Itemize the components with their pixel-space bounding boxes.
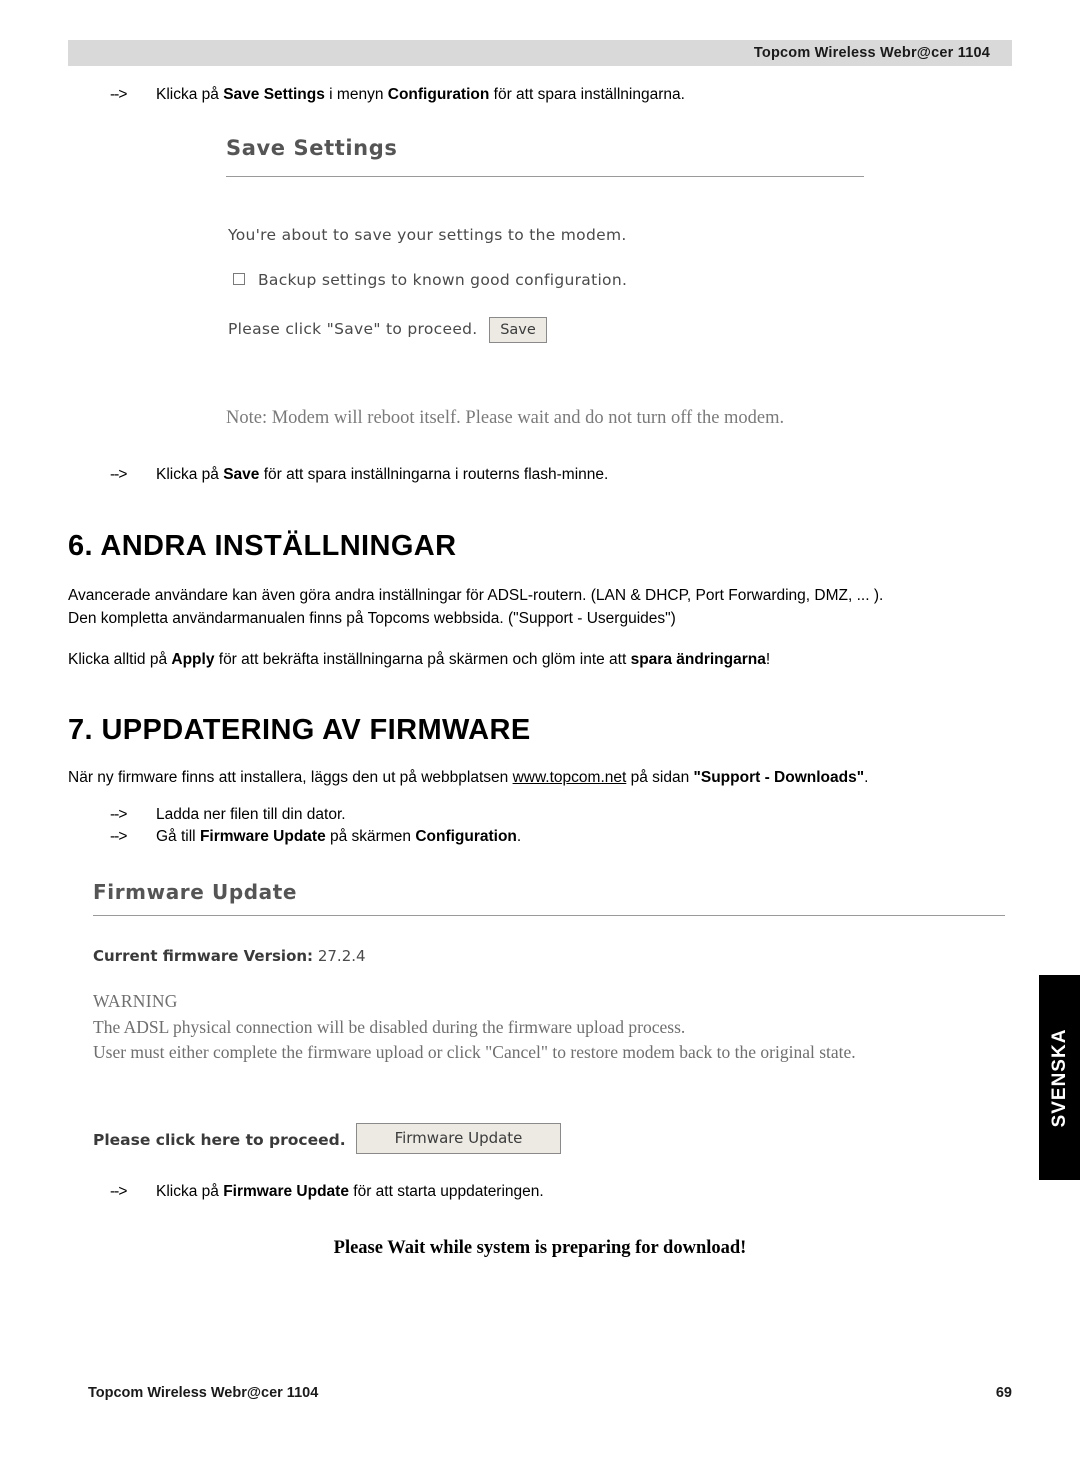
intro-bullet: --> Klicka på Save Settings i menyn Confi… bbox=[110, 86, 685, 104]
save-bullet-post: för att spara inställningarna i routerns… bbox=[259, 466, 609, 483]
intro-bullet-post: för att spara inställningarna. bbox=[489, 86, 685, 103]
section-7-bullet-2-post: . bbox=[516, 828, 522, 845]
firmware-bullet: --> Klicka på Firmware Update för att sta… bbox=[110, 1183, 544, 1201]
intro-bullet-pre: Klicka på bbox=[156, 86, 224, 103]
page-header-bar: Topcom Wireless Webr@cer 1104 bbox=[68, 40, 1012, 66]
section-7-bullet-1: --> Ladda ner filen till din dator. bbox=[110, 806, 346, 824]
firmware-warning-title: WARNING bbox=[93, 991, 178, 1011]
save-button[interactable]: Save bbox=[489, 317, 547, 343]
bullet-arrow: --> bbox=[110, 86, 127, 103]
save-settings-divider bbox=[226, 176, 864, 177]
intro-bullet-mid: i menyn bbox=[324, 86, 388, 103]
bullet-arrow: --> bbox=[110, 806, 127, 823]
please-wait-message: Please Wait while system is preparing fo… bbox=[333, 1238, 747, 1258]
section-7-par1-mid: på sidan bbox=[626, 769, 694, 786]
section-7-paragraph-1: När ny firmware finns att installera, lä… bbox=[68, 766, 1028, 789]
section-6-par2-pre: Klicka alltid på bbox=[68, 651, 172, 668]
save-bullet: --> Klicka på Save för att spara inställn… bbox=[110, 466, 608, 484]
firmware-bullet-pre: Klicka på bbox=[156, 1183, 224, 1200]
current-firmware-version-value: 27.2.4 bbox=[317, 947, 366, 965]
footer-title: Topcom Wireless Webr@cer 1104 bbox=[88, 1385, 319, 1401]
bullet-arrow: --> bbox=[110, 828, 127, 845]
section-7-bullet-2-bold-firmware-update: Firmware Update bbox=[199, 828, 326, 845]
firmware-proceed-label: Please click here to proceed. bbox=[93, 1131, 346, 1149]
modem-reboot-note: Note: Modem will reboot itself. Please w… bbox=[226, 408, 785, 428]
bullet-arrow: --> bbox=[110, 1183, 127, 1200]
section-6-par2-post: ! bbox=[765, 651, 771, 668]
intro-bullet-bold-save-settings: Save Settings bbox=[223, 86, 325, 103]
bullet-arrow: --> bbox=[110, 466, 127, 483]
current-firmware-version-label: Current firmware Version: bbox=[93, 947, 314, 965]
section-7-par1-pre: När ny firmware finns att installera, lä… bbox=[68, 769, 513, 786]
save-settings-description: You're about to save your settings to th… bbox=[228, 226, 627, 244]
section-6-paragraph-1: Avancerade användare kan även göra andra… bbox=[68, 584, 1008, 630]
header-title: Topcom Wireless Webr@cer 1104 bbox=[753, 45, 990, 61]
save-bullet-bold-save: Save bbox=[223, 466, 260, 483]
section-6-bold-spara: spara ändringarna bbox=[630, 651, 766, 668]
save-settings-panel-title: Save Settings bbox=[226, 136, 398, 160]
section-6-par1-line1: Avancerade användare kan även göra andra… bbox=[68, 587, 884, 604]
intro-bullet-bold-configuration: Configuration bbox=[387, 86, 490, 103]
firmware-bullet-bold: Firmware Update bbox=[223, 1183, 349, 1200]
section-6-bold-apply: Apply bbox=[171, 651, 215, 668]
section-6-par2-mid: för att bekräfta inställningarna på skär… bbox=[214, 651, 631, 668]
firmware-panel-title: Firmware Update bbox=[93, 880, 298, 904]
firmware-bullet-post: för att starta uppdateringen. bbox=[348, 1183, 544, 1200]
section-7-bullet-2-mid: på skärmen bbox=[325, 828, 416, 845]
section-7-par1-post: . bbox=[864, 769, 869, 786]
section-7-bullet-1-text: Ladda ner filen till din dator. bbox=[156, 806, 346, 823]
section-6-par1-line2: Den kompletta användarmanualen finns på … bbox=[68, 610, 676, 627]
firmware-warning-line-1: The ADSL physical connection will be dis… bbox=[93, 1017, 686, 1037]
backup-settings-label: Backup settings to known good configurat… bbox=[258, 271, 628, 289]
backup-settings-checkbox[interactable] bbox=[233, 273, 245, 285]
topcom-website-link[interactable]: www.topcom.net bbox=[513, 769, 627, 786]
language-side-tab-label: SVENSKA bbox=[1048, 1028, 1070, 1127]
section-6-paragraph-2: Klicka alltid på Apply för att bekräfta … bbox=[68, 648, 1008, 671]
footer-page-number: 69 bbox=[995, 1385, 1012, 1401]
section-7-bullet-2-bold-configuration: Configuration bbox=[415, 828, 517, 845]
firmware-update-button[interactable]: Firmware Update bbox=[356, 1123, 561, 1154]
section-7-bullet-2: --> Gå till Firmware Update på skärmen Co… bbox=[110, 828, 521, 846]
save-bullet-pre: Klicka på bbox=[156, 466, 224, 483]
language-side-tab: SVENSKA bbox=[1039, 975, 1080, 1180]
current-firmware-version: Current firmware Version: 27.2.4 bbox=[93, 947, 366, 965]
firmware-warning-line-2: User must either complete the firmware u… bbox=[93, 1042, 856, 1062]
section-6-heading: 6. ANDRA INSTÄLLNINGAR bbox=[68, 530, 457, 562]
section-7-heading: 7. UPPDATERING AV FIRMWARE bbox=[68, 714, 531, 746]
save-settings-proceed-label: Please click "Save" to proceed. bbox=[228, 320, 478, 338]
section-7-bold-support-downloads: "Support - Downloads" bbox=[693, 769, 865, 786]
section-7-bullet-2-pre: Gå till bbox=[156, 828, 200, 845]
firmware-panel-divider bbox=[93, 915, 1005, 916]
